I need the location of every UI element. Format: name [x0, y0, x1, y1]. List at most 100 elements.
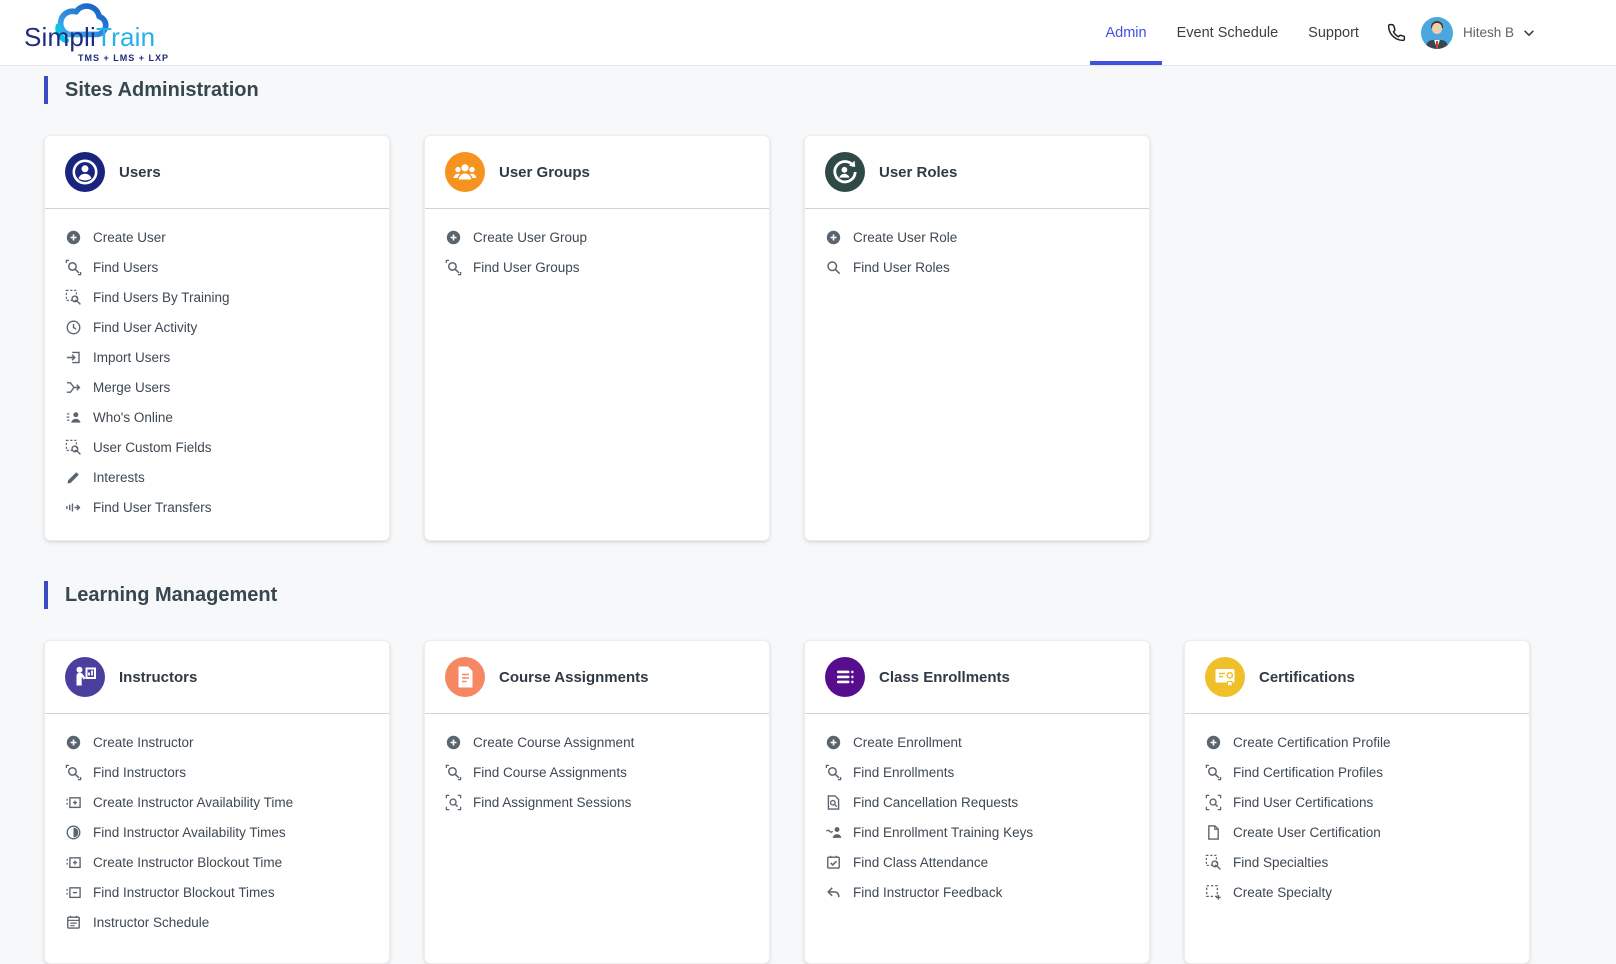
link-merge-users[interactable]: Merge Users [45, 372, 389, 402]
link-user-custom-fields[interactable]: User Custom Fields [45, 432, 389, 462]
link-create-instructor-blockout-time[interactable]: Create Instructor Blockout Time [45, 847, 389, 877]
link-find-users[interactable]: Find Users [45, 252, 389, 282]
nav-item-admin[interactable]: Admin [1090, 0, 1161, 65]
link-find-user-groups[interactable]: Find User Groups [425, 252, 769, 282]
search-icon [825, 764, 842, 781]
link-find-cancellation-requests[interactable]: Find Cancellation Requests [805, 787, 1149, 817]
card-header: Instructors [45, 641, 389, 714]
add-circle-icon [825, 734, 842, 751]
link-find-class-attendance[interactable]: Find Class Attendance [805, 847, 1149, 877]
link-label: Create Certification Profile [1233, 735, 1391, 750]
link-find-certification-profiles[interactable]: Find Certification Profiles [1185, 757, 1529, 787]
card-instructors: Instructors Create Instructor Find Instr… [44, 640, 390, 964]
link-import-users[interactable]: Import Users [45, 342, 389, 372]
search-dashed-icon [65, 439, 82, 456]
link-label: Find User Certifications [1233, 795, 1373, 810]
calendar-plus-icon [65, 794, 82, 811]
link-label: Interests [93, 470, 145, 485]
link-label: Find Instructor Feedback [853, 885, 1002, 900]
link-label: Find Specialties [1233, 855, 1328, 870]
card-title: Instructors [119, 669, 197, 686]
link-find-user-activity[interactable]: Find User Activity [45, 312, 389, 342]
link-create-user-group[interactable]: Create User Group [425, 222, 769, 252]
link-create-user[interactable]: Create User [45, 222, 389, 252]
link-create-enrollment[interactable]: Create Enrollment [805, 727, 1149, 757]
search-icon [445, 259, 462, 276]
link-label: Find Instructor Blockout Times [93, 885, 275, 900]
link-find-instructor-blockout-times[interactable]: Find Instructor Blockout Times [45, 877, 389, 907]
link-label: Create Specialty [1233, 885, 1332, 900]
link-interests[interactable]: Interests [45, 462, 389, 492]
link-create-instructor-availability-time[interactable]: Create Instructor Availability Time [45, 787, 389, 817]
card-certifications: Certifications Create Certification Prof… [1184, 640, 1530, 964]
link-label: Find Instructor Availability Times [93, 825, 286, 840]
calendar-plus-icon [65, 854, 82, 871]
link-label: Import Users [93, 350, 170, 365]
link-instructor-schedule[interactable]: Instructor Schedule [45, 907, 389, 937]
card-class-enrollments: Class Enrollments Create Enrollment Find… [804, 640, 1150, 964]
document-icon [445, 657, 485, 697]
link-find-enrollment-training-keys[interactable]: Find Enrollment Training Keys [805, 817, 1149, 847]
card-title: User Groups [499, 164, 590, 181]
link-label: Create User [93, 230, 166, 245]
nav-item-support[interactable]: Support [1293, 0, 1374, 65]
link-create-specialty[interactable]: Create Specialty [1185, 877, 1529, 907]
card-header: Class Enrollments [805, 641, 1149, 714]
add-circle-icon [445, 229, 462, 246]
link-label: Find User Activity [93, 320, 197, 335]
top-header: SimpliTrain TMS + LMS + LXP AdminEvent S… [0, 0, 1616, 66]
app-logo[interactable]: SimpliTrain TMS + LMS + LXP [18, 0, 178, 65]
history-icon [65, 319, 82, 336]
link-find-enrollments[interactable]: Find Enrollments [805, 757, 1149, 787]
avatar-tie [1436, 41, 1438, 49]
link-find-assignment-sessions[interactable]: Find Assignment Sessions [425, 787, 769, 817]
link-create-instructor[interactable]: Create Instructor [45, 727, 389, 757]
link-find-users-by-training[interactable]: Find Users By Training [45, 282, 389, 312]
link-find-instructor-feedback[interactable]: Find Instructor Feedback [805, 877, 1149, 907]
link-label: Find Course Assignments [473, 765, 627, 780]
person-online-icon [65, 409, 82, 426]
link-label: Find Enrollment Training Keys [853, 825, 1033, 840]
main-content: Sites Administration Users Create User F… [0, 66, 1616, 964]
nav-item-event-schedule[interactable]: Event Schedule [1162, 0, 1294, 65]
search-icon [1205, 764, 1222, 781]
link-find-user-certifications[interactable]: Find User Certifications [1185, 787, 1529, 817]
link-find-user-transfers[interactable]: Find User Transfers [45, 492, 389, 522]
link-label: Find Users [93, 260, 158, 275]
card-title: Certifications [1259, 669, 1355, 686]
avatar[interactable] [1421, 17, 1453, 49]
card-title: Course Assignments [499, 669, 648, 686]
card-links: Create User Group Find User Groups [425, 209, 769, 300]
link-find-instructor-availability-times[interactable]: Find Instructor Availability Times [45, 817, 389, 847]
link-label: Find Assignment Sessions [473, 795, 631, 810]
link-who-s-online[interactable]: Who's Online [45, 402, 389, 432]
calendar-check-icon [825, 854, 842, 871]
card-links: Create Certification Profile Find Certif… [1185, 714, 1529, 925]
link-create-user-role[interactable]: Create User Role [805, 222, 1149, 252]
link-label: Find User Roles [853, 260, 950, 275]
link-label: Who's Online [93, 410, 173, 425]
link-create-user-certification[interactable]: Create User Certification [1185, 817, 1529, 847]
link-create-course-assignment[interactable]: Create Course Assignment [425, 727, 769, 757]
card-links: Create User Role Find User Roles [805, 209, 1149, 300]
avatar-face [1432, 23, 1442, 34]
link-label: Create Instructor Blockout Time [93, 855, 282, 870]
role-sync-icon [825, 152, 865, 192]
card-user-groups: User Groups Create User Group Find User … [424, 135, 770, 541]
chevron-down-icon[interactable] [1522, 26, 1536, 40]
search-corners-icon [1205, 794, 1222, 811]
link-find-specialties[interactable]: Find Specialties [1185, 847, 1529, 877]
link-label: Create User Role [853, 230, 957, 245]
section-learning-management: Learning Management Instructors Create I… [44, 581, 1572, 964]
card-links: Create Enrollment Find Enrollments Find … [805, 714, 1149, 925]
card-user-roles: User Roles Create User Role Find User Ro… [804, 135, 1150, 541]
merge-icon [65, 379, 82, 396]
link-label: Create Instructor [93, 735, 194, 750]
phone-icon[interactable] [1386, 22, 1407, 43]
search-plain-icon [825, 259, 842, 276]
link-find-user-roles[interactable]: Find User Roles [805, 252, 1149, 282]
link-find-instructors[interactable]: Find Instructors [45, 757, 389, 787]
link-create-certification-profile[interactable]: Create Certification Profile [1185, 727, 1529, 757]
search-dashed-icon [65, 289, 82, 306]
link-find-course-assignments[interactable]: Find Course Assignments [425, 757, 769, 787]
